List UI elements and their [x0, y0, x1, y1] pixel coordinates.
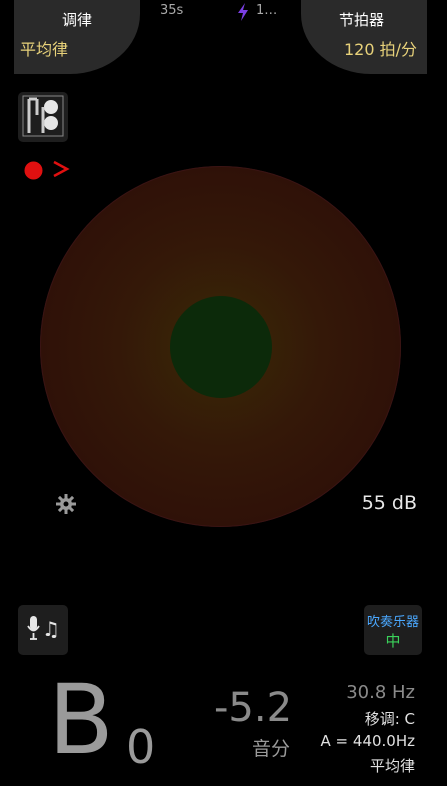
tuning-tab[interactable]: 调律 平均律	[14, 0, 140, 74]
lightning-icon	[236, 3, 250, 25]
note-octave: 0	[126, 720, 156, 774]
tuning-dial-center	[170, 296, 272, 398]
instrument-type-button[interactable]: 吹奏乐器 中	[364, 605, 422, 655]
reference-pitch: A = 440.0Hz	[320, 732, 415, 750]
svg-text:♫: ♫	[42, 617, 60, 641]
instrument-sensitivity: 中	[385, 632, 401, 650]
decibel-level: 55 dB	[361, 492, 417, 514]
input-mode-button[interactable]: ♫	[18, 605, 68, 655]
timer-text: 35s	[160, 3, 184, 18]
instrument-type-label: 吹奏乐器	[366, 615, 419, 630]
metronome-tab[interactable]: 节拍器 120 拍/分	[301, 0, 427, 74]
cents-value: -5.2	[214, 685, 293, 731]
mic-note-icon: ♫	[26, 614, 60, 646]
metronome-tab-value: 120 拍/分	[344, 40, 418, 59]
chevron-right-icon[interactable]	[52, 159, 70, 183]
transpose-value: 移调: C	[364, 710, 415, 728]
power-text: 1…	[256, 3, 278, 18]
gear-icon[interactable]	[56, 494, 76, 518]
frequency-value: 30.8 Hz	[346, 682, 415, 703]
record-icon[interactable]	[24, 161, 43, 184]
cents-unit: 音分	[252, 738, 291, 760]
instrument-button[interactable]	[18, 92, 68, 142]
temperament-value: 平均律	[369, 757, 415, 775]
instrument-icon	[21, 93, 65, 141]
note-name: B	[48, 664, 114, 776]
tuning-tab-value: 平均律	[20, 40, 69, 59]
tuning-tab-title: 调律	[62, 11, 93, 29]
metronome-tab-title: 节拍器	[339, 11, 385, 29]
